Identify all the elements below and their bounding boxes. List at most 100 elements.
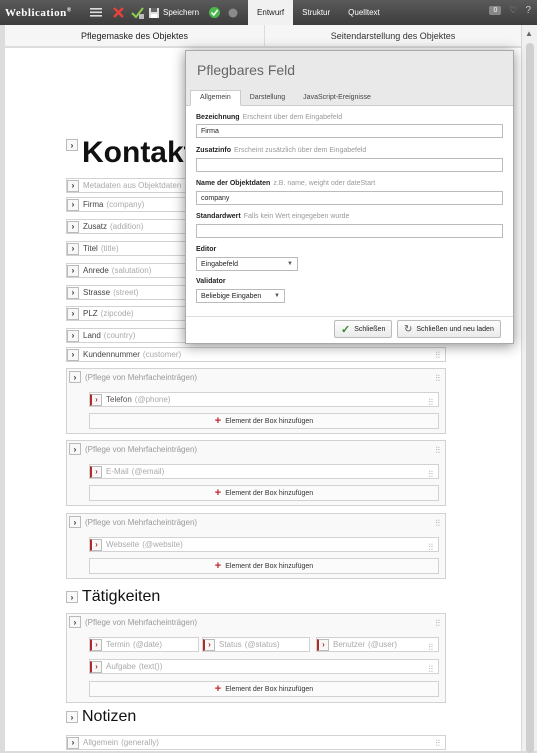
- expand-icon[interactable]: ›: [90, 660, 102, 673]
- close-reload-button[interactable]: ↻ Schließen und neu laden: [397, 320, 501, 338]
- inner-field-row[interactable]: › Termin (@date): [89, 637, 199, 652]
- plus-icon: +: [214, 560, 222, 572]
- expand-icon[interactable]: ›: [69, 443, 81, 455]
- expand-icon[interactable]: ›: [67, 348, 79, 361]
- tab-darstellung[interactable]: Darstellung: [241, 91, 294, 105]
- tab-javascript-events[interactable]: JavaScript-Ereignisse: [294, 91, 380, 105]
- box-title: (Pflege von Mehrfacheinträgen): [85, 445, 198, 454]
- dialog-separator: [186, 316, 513, 317]
- discard-icon[interactable]: [111, 6, 125, 20]
- objektdaten-input[interactable]: company: [196, 191, 503, 205]
- inner-field-row[interactable]: › Webseite (@website) ⫶⫶: [89, 537, 439, 552]
- box-title: (Pflege von Mehrfacheinträgen): [85, 373, 198, 382]
- expand-icon[interactable]: ›: [203, 638, 215, 651]
- editor-select[interactable]: Eingabefeld ▼: [196, 257, 298, 271]
- tab-struktur[interactable]: Struktur: [293, 0, 339, 25]
- expand-icon[interactable]: ›: [66, 711, 78, 723]
- approve-icon[interactable]: [130, 6, 144, 20]
- inner-field-row[interactable]: › Telefon (@phone) ⫶⫶: [89, 392, 439, 407]
- tune-icon[interactable]: ⫶⫶: [428, 469, 433, 480]
- expand-icon[interactable]: ›: [90, 538, 102, 551]
- field-param: (@phone): [134, 395, 171, 404]
- add-element-button[interactable]: + Element der Box hinzufügen: [89, 681, 439, 697]
- add-element-button[interactable]: + Element der Box hinzufügen: [89, 413, 439, 429]
- app-logo-text: Weblication: [5, 6, 67, 19]
- validator-select[interactable]: Beliebige Eingaben ▼: [196, 289, 285, 303]
- tab-entwurf[interactable]: Entwurf: [248, 0, 294, 25]
- expand-icon[interactable]: ›: [67, 220, 79, 233]
- right-panel-title: Seitendarstellung des Objektes: [265, 25, 521, 47]
- field-name: Telefon: [106, 395, 132, 404]
- expand-icon[interactable]: ›: [67, 198, 79, 211]
- tune-icon[interactable]: ⫶⫶: [435, 738, 440, 749]
- multi-entry-box: › (Pflege von Mehrfacheinträgen) ⫶⫶ › We…: [66, 513, 446, 579]
- expand-icon[interactable]: ›: [90, 465, 102, 478]
- circle-icon[interactable]: [226, 6, 240, 20]
- tune-icon[interactable]: ⫶⫶: [428, 397, 433, 408]
- inner-field-row[interactable]: › Benutzer (@user) ⫶⫶: [316, 637, 439, 652]
- expand-icon[interactable]: ›: [317, 638, 329, 651]
- heading-notizen[interactable]: › Notizen: [66, 708, 136, 726]
- close-button[interactable]: ✓ Schließen: [334, 320, 393, 338]
- save-button[interactable]: Speichern: [149, 7, 200, 18]
- scrollbar-thumb[interactable]: [526, 43, 534, 753]
- field-name: Status: [219, 640, 242, 649]
- save-label: Speichern: [163, 8, 200, 17]
- add-element-button[interactable]: + Element der Box hinzufügen: [89, 558, 439, 574]
- help-icon[interactable]: ?: [525, 5, 531, 16]
- heading-taetigkeiten[interactable]: › Tätigkeiten: [66, 588, 160, 606]
- expand-icon[interactable]: ›: [67, 286, 79, 299]
- add-element-button[interactable]: + Element der Box hinzufügen: [89, 485, 439, 501]
- tune-icon[interactable]: ⫶⫶: [428, 542, 433, 553]
- expand-icon[interactable]: ›: [90, 393, 102, 406]
- expand-icon[interactable]: ›: [66, 139, 78, 151]
- field-param: (@user): [368, 640, 398, 649]
- inner-field-row[interactable]: › Aufgabe (text()) ⫶⫶: [89, 659, 439, 674]
- expand-icon[interactable]: ›: [67, 307, 79, 320]
- publish-icon[interactable]: [207, 6, 221, 20]
- expand-icon[interactable]: ›: [90, 638, 102, 651]
- inner-field-row[interactable]: › E-Mail (@email) ⫶⫶: [89, 464, 439, 479]
- tune-icon[interactable]: ⫶⫶: [428, 642, 433, 653]
- scroll-up-icon[interactable]: ▲: [525, 29, 533, 38]
- expand-icon[interactable]: ›: [69, 616, 81, 628]
- expand-icon[interactable]: ›: [67, 264, 79, 277]
- tune-icon[interactable]: ⫶⫶: [435, 373, 440, 384]
- inner-field-row[interactable]: › Status (@status): [202, 637, 310, 652]
- notification-badge[interactable]: 0: [489, 6, 502, 15]
- tune-icon[interactable]: ⫶⫶: [435, 445, 440, 456]
- expand-icon[interactable]: ›: [66, 591, 78, 603]
- expand-icon[interactable]: ›: [69, 371, 81, 383]
- expand-icon[interactable]: ›: [67, 242, 79, 255]
- box-title: (Pflege von Mehrfacheinträgen): [85, 618, 198, 627]
- bezeichnung-input[interactable]: Firma: [196, 124, 503, 138]
- tune-icon[interactable]: ⫶⫶: [428, 664, 433, 675]
- expand-icon[interactable]: ›: [69, 516, 81, 528]
- field-param: (@email): [131, 467, 165, 476]
- field-row[interactable]: › Allgemein (generally) ⫶⫶: [66, 735, 446, 750]
- validator-value: Beliebige Eingaben: [201, 292, 262, 300]
- standardwert-input[interactable]: [196, 224, 503, 238]
- zusatzinfo-input[interactable]: [196, 158, 503, 172]
- heading-kontakt[interactable]: › Kontakt: [66, 136, 194, 170]
- menu-icon[interactable]: [89, 6, 103, 20]
- field-param: (zipcode): [100, 309, 134, 318]
- tune-icon[interactable]: ⫶⫶: [435, 618, 440, 629]
- app-logo: Weblication®: [5, 6, 72, 19]
- user-icon[interactable]: ♡: [509, 5, 517, 16]
- tune-icon[interactable]: ⫶⫶: [435, 350, 440, 361]
- tab-allgemein[interactable]: Allgemein: [190, 90, 241, 106]
- tune-icon[interactable]: ⫶⫶: [435, 518, 440, 529]
- expand-icon[interactable]: ›: [67, 179, 79, 192]
- expand-icon[interactable]: ›: [67, 736, 79, 749]
- field-param: (company): [106, 200, 145, 209]
- tab-quelltext[interactable]: Quelltext: [339, 0, 389, 25]
- field-param: (customer): [142, 350, 182, 359]
- tab-label: Struktur: [302, 8, 331, 17]
- vertical-scrollbar[interactable]: ▲: [521, 25, 537, 753]
- multi-entry-box: › (Pflege von Mehrfacheinträgen) ⫶⫶ › Te…: [66, 368, 446, 434]
- expand-icon[interactable]: ›: [67, 329, 79, 342]
- field-param: (@status): [244, 640, 280, 649]
- dialog-title: Pflegbares Feld: [186, 51, 513, 88]
- field-row[interactable]: › Kundennummer (customer) ⫶⫶: [66, 347, 446, 362]
